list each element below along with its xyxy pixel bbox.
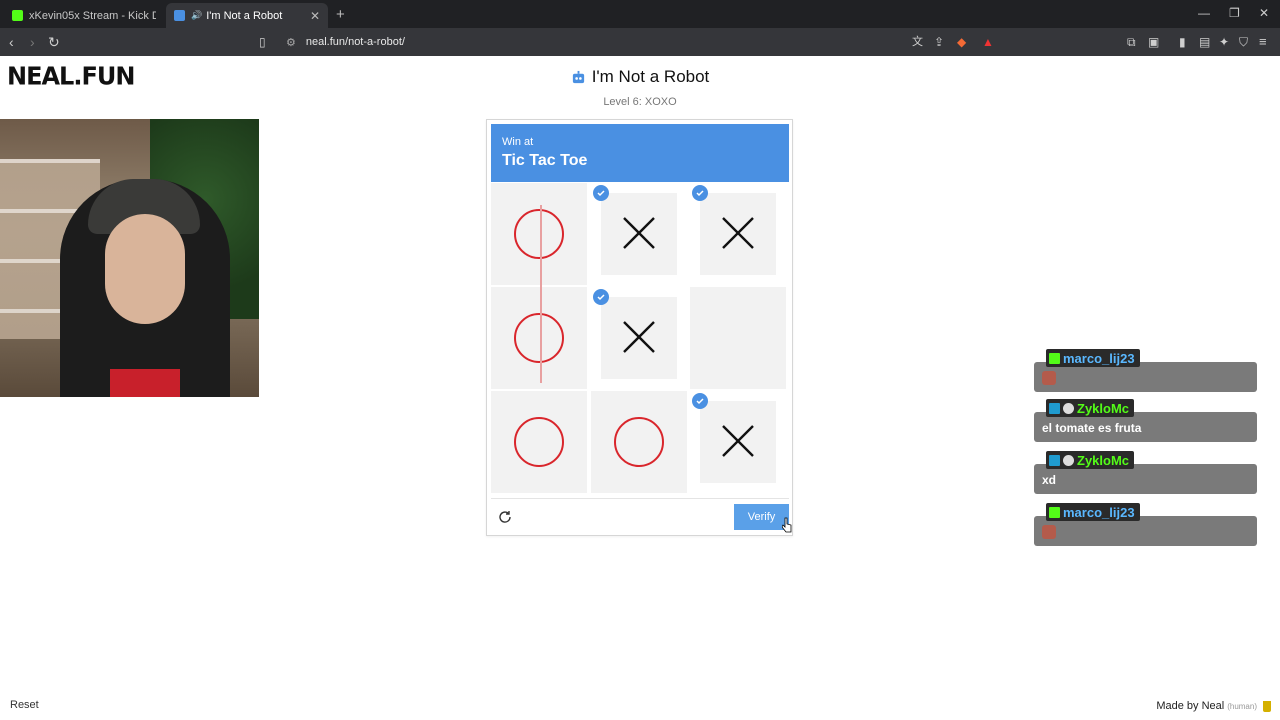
grid-cell[interactable] <box>591 391 687 493</box>
emote-icon <box>1042 525 1056 539</box>
chat-username-badge: ZykloMc <box>1046 451 1135 469</box>
audio-icon[interactable]: 🔊 <box>191 10 202 21</box>
sidebar-icon[interactable]: ▮ <box>1179 34 1186 50</box>
refresh-icon[interactable] <box>497 509 513 525</box>
tab-label: xKevin05x Stream - Kick Dashboa <box>29 9 156 22</box>
close-window-icon[interactable]: ✕ <box>1259 6 1269 20</box>
tab-kick-dashboard[interactable]: xKevin05x Stream - Kick Dashboa <box>4 3 164 28</box>
robot-favicon-icon <box>174 10 185 21</box>
share-icon[interactable]: ⇪ <box>934 34 944 50</box>
level-subtitle: Level 6: XOXO <box>603 95 677 108</box>
page-title: I'm Not a Robot <box>591 67 710 86</box>
selected-check-icon <box>593 185 609 201</box>
site-logo[interactable]: NEAL.FUN <box>7 61 135 90</box>
chat-message: marco_lij23 <box>1034 349 1257 394</box>
chat-message: el tomate es fruta ZykloMc <box>1034 399 1257 444</box>
cell-background <box>690 287 786 389</box>
wallet-icon[interactable]: ▣ <box>1148 34 1159 50</box>
grid-cell[interactable] <box>591 183 687 285</box>
captcha-widget: Win at Tic Tac Toe Verify <box>486 119 793 536</box>
subscriber-icon <box>1063 454 1074 466</box>
leo-ai-icon[interactable]: ✦ <box>1219 34 1229 50</box>
chat-message-text: xd <box>1042 473 1057 487</box>
selected-check-icon <box>692 185 708 201</box>
emote-icon <box>1042 371 1056 385</box>
o-mark <box>514 313 564 363</box>
new-tab-icon[interactable]: + <box>336 6 345 23</box>
translate-icon[interactable]: 文 <box>912 34 923 50</box>
reset-button[interactable]: Reset <box>10 699 39 711</box>
page-title-row: I'm Not a Robot <box>571 67 710 87</box>
brave-shield-icon[interactable]: ◆ <box>957 34 966 50</box>
chat-username[interactable]: ZykloMc <box>1077 401 1129 416</box>
tab-not-a-robot[interactable]: 🔊 I'm Not a Robot ✕ <box>166 3 328 28</box>
winning-line <box>540 205 542 383</box>
captcha-footer: Verify <box>491 498 789 534</box>
subscriber-icon <box>1063 402 1074 414</box>
maximize-icon[interactable]: ❐ <box>1229 6 1240 20</box>
chat-username-badge: marco_lij23 <box>1046 503 1140 521</box>
captcha-prompt-small: Win at <box>502 136 534 148</box>
chat-username[interactable]: ZykloMc <box>1077 453 1129 468</box>
robot-icon <box>572 70 584 83</box>
webcam-overlay <box>0 119 259 397</box>
badge-icon <box>1049 506 1060 518</box>
page-header: I'm Not a Robot Level 6: XOXO <box>440 67 840 108</box>
chat-username[interactable]: marco_lij23 <box>1063 351 1135 366</box>
o-mark <box>514 417 564 467</box>
grid-cell[interactable] <box>491 183 587 285</box>
back-icon[interactable]: ‹ <box>9 34 14 50</box>
bookmark-icon[interactable]: ▯ <box>259 34 266 50</box>
url-text: neal.fun/not-a-robot/ <box>305 36 405 48</box>
chat-username-badge: ZykloMc <box>1046 399 1135 417</box>
grid-cell[interactable] <box>491 391 587 493</box>
o-mark <box>614 417 664 467</box>
tic-tac-toe-grid <box>491 183 789 493</box>
address-bar[interactable]: ⚙ neal.fun/not-a-robot/ <box>286 32 1006 52</box>
tab-search-icon[interactable]: ▤ <box>1199 34 1210 50</box>
made-by-footer[interactable]: Made by Neal (human) <box>1156 700 1271 712</box>
menu-icon[interactable]: ≡ <box>1259 34 1267 50</box>
extensions-icon[interactable]: ⧉ <box>1127 34 1136 50</box>
site-info-icon[interactable]: ⚙ <box>286 36 296 49</box>
badge-icon <box>1049 454 1060 466</box>
kick-favicon-icon <box>12 10 23 21</box>
grid-cell[interactable] <box>491 287 587 389</box>
captcha-header: Win at Tic Tac Toe <box>491 124 789 182</box>
badge-icon <box>1049 352 1060 364</box>
captcha-prompt-title: Tic Tac Toe <box>502 152 588 169</box>
brave-rewards-icon[interactable]: ▲ <box>982 34 994 50</box>
chat-username-badge: marco_lij23 <box>1046 349 1140 367</box>
browser-tab-bar: xKevin05x Stream - Kick Dashboa 🔊 I'm No… <box>0 0 1280 28</box>
reload-icon[interactable]: ↻ <box>48 34 60 50</box>
verify-button[interactable]: Verify <box>734 504 789 530</box>
grid-cell[interactable] <box>591 287 687 389</box>
grid-cell[interactable] <box>690 391 786 493</box>
browser-toolbar: ‹ › ↻ ▯ ⚙ neal.fun/not-a-robot/ 文 ⇪ ◆ ▲ … <box>0 28 1280 56</box>
chat-message-text: el tomate es fruta <box>1042 421 1142 435</box>
chat-username[interactable]: marco_lij23 <box>1063 505 1135 520</box>
made-by-text: Made by Neal <box>1156 700 1225 712</box>
badge-icon <box>1049 402 1060 414</box>
close-tab-icon[interactable]: ✕ <box>310 9 320 23</box>
grid-cell[interactable] <box>690 287 786 389</box>
hand-cursor-icon <box>782 517 792 533</box>
grid-cell[interactable] <box>690 183 786 285</box>
minimize-icon[interactable]: — <box>1198 6 1210 20</box>
vpn-icon[interactable]: ⛉ <box>1239 34 1248 50</box>
selected-check-icon <box>593 289 609 305</box>
made-by-note: (human) <box>1227 701 1257 711</box>
chat-message: xd ZykloMc <box>1034 451 1257 496</box>
coffee-cup-icon <box>1263 700 1271 712</box>
tab-label: I'm Not a Robot <box>206 9 283 22</box>
o-mark <box>514 209 564 259</box>
forward-icon[interactable]: › <box>30 34 35 50</box>
chat-message: marco_lij23 <box>1034 503 1257 548</box>
selected-check-icon <box>692 393 708 409</box>
